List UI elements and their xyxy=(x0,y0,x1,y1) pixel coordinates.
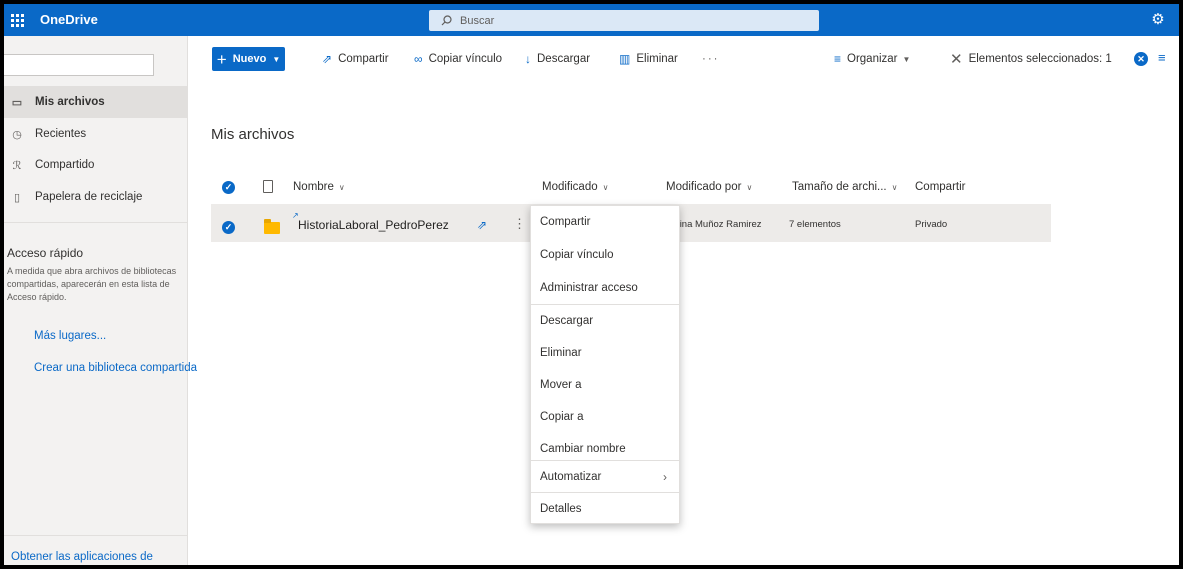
download-button[interactable]: ↓ Descargar xyxy=(525,47,590,71)
delete-button[interactable]: ▥ Eliminar xyxy=(619,47,678,71)
get-apps-link[interactable]: Obtener las aplicaciones de xyxy=(11,551,153,563)
select-all-checkbox[interactable]: ✓ xyxy=(222,181,235,194)
new-button[interactable]: + Nuevo ▼ xyxy=(212,47,285,71)
folder-icon: ▭ xyxy=(11,96,23,109)
share-button[interactable]: ⇗ Compartir xyxy=(322,47,389,71)
file-type-icon xyxy=(263,180,273,193)
left-navigation: ▭ Mis archivos ◷ Recientes ℛ Compartido … xyxy=(4,36,197,565)
nav-item-recycle-bin[interactable]: ▯ Papelera de reciclaje xyxy=(4,181,188,213)
search-placeholder: Buscar xyxy=(460,14,495,27)
nav-search-input[interactable] xyxy=(4,54,154,76)
app-title[interactable]: OneDrive xyxy=(40,4,98,36)
nav-item-label: Compartido xyxy=(35,159,95,171)
create-shared-library-link[interactable]: Crear una biblioteca compartida xyxy=(34,362,197,374)
share-label: Compartir xyxy=(338,53,389,65)
dismiss-circle-icon[interactable]: ✕ xyxy=(1134,52,1148,66)
sort-icon: ≡ xyxy=(834,52,842,66)
suite-bar: OneDrive Buscar ⚙ xyxy=(4,4,1179,36)
context-menu: Compartir Copiar vínculo Administrar acc… xyxy=(530,205,680,524)
column-header-label: Compartir xyxy=(915,181,966,193)
link-icon: ∞ xyxy=(414,52,423,66)
app-launcher-button[interactable] xyxy=(4,4,30,36)
chevron-down-icon: ∨ xyxy=(338,182,345,192)
new-button-label: Nuevo xyxy=(232,53,267,65)
page-title: Mis archivos xyxy=(211,126,295,143)
menu-item-download[interactable]: Descargar xyxy=(531,305,679,337)
waffle-icon xyxy=(10,13,24,27)
chevron-down-icon: ∨ xyxy=(891,182,898,192)
people-icon: ℛ xyxy=(12,159,22,172)
quick-access-description: A medida que abra archivos de biblioteca… xyxy=(7,266,177,302)
close-icon: ✕ xyxy=(950,51,963,68)
column-header-label: Modificado por xyxy=(666,181,742,193)
chevron-down-icon: ∨ xyxy=(746,182,753,192)
search-icon xyxy=(441,15,452,26)
quick-access-title: Acceso rápido xyxy=(7,246,84,260)
share-icon: ⇗ xyxy=(322,52,333,66)
chevron-right-icon: › xyxy=(663,470,667,484)
row-share-icon[interactable]: ⇗ xyxy=(477,218,487,232)
selected-count-label: Elementos seleccionados: 1 xyxy=(968,53,1112,65)
nav-item-shared[interactable]: ℛ Compartido xyxy=(4,149,188,181)
organize-label: Organizar xyxy=(847,53,898,65)
nav-item-label: Recientes xyxy=(35,128,87,140)
nav-item-label: Mis archivos xyxy=(35,96,105,108)
menu-item-copy-link[interactable]: Copiar vínculo xyxy=(531,239,679,271)
file-name[interactable]: HistoriaLaboral_PedroPerez xyxy=(298,218,449,232)
column-header-size[interactable]: Tamaño de archi... ∨ xyxy=(792,174,897,200)
clear-selection-button[interactable]: ✕ Elementos seleccionados: 1 xyxy=(950,47,1112,71)
nav-item-label: Papelera de reciclaje xyxy=(35,191,143,203)
column-header-label: Nombre xyxy=(293,181,334,193)
column-header-modified[interactable]: Modificado ∨ xyxy=(542,174,608,200)
onedrive-window: OneDrive Buscar ⚙ ▭ Mis archivos ◷ Recie… xyxy=(4,4,1179,565)
cell-sharing: Privado xyxy=(915,219,948,230)
more-places-link[interactable]: Más lugares... xyxy=(34,330,106,342)
column-header-label: Modificado xyxy=(542,181,598,193)
nav-divider xyxy=(4,222,188,223)
copy-link-label: Copiar vínculo xyxy=(428,53,503,65)
cell-size: 7 elementos xyxy=(789,219,841,230)
column-header-sharing[interactable]: Compartir xyxy=(915,174,965,200)
menu-item-details[interactable]: Detalles xyxy=(531,493,679,525)
menu-item-label: Automatizar xyxy=(540,471,602,483)
chevron-down-icon: ▼ xyxy=(902,54,911,64)
nav-item-my-files[interactable]: ▭ Mis archivos xyxy=(4,86,188,118)
menu-item-delete[interactable]: Eliminar xyxy=(531,337,679,369)
menu-item-share[interactable]: Compartir xyxy=(531,206,679,238)
search-box[interactable]: Buscar xyxy=(429,10,819,31)
organize-button[interactable]: ≡ Organizar ▼ xyxy=(834,47,910,71)
more-commands-button[interactable]: ··· xyxy=(702,47,720,71)
command-bar: + Nuevo ▼ ⇗ Compartir ∞ Copiar vínculo ↓… xyxy=(188,36,1179,80)
column-header-label: Tamaño de archi... xyxy=(792,181,887,193)
chevron-down-icon: ∨ xyxy=(602,182,609,192)
chevron-down-icon: ▼ xyxy=(272,54,281,64)
row-more-actions-icon[interactable]: ⋮ xyxy=(513,216,526,232)
row-checkbox[interactable]: ✓ xyxy=(222,221,235,234)
trash-icon: ▥ xyxy=(619,52,631,66)
nav-item-recent[interactable]: ◷ Recientes xyxy=(4,118,188,150)
nav-divider xyxy=(4,535,188,536)
recycle-bin-icon: ▯ xyxy=(13,191,21,204)
menu-item-automate[interactable]: Automatizar › xyxy=(531,461,679,493)
download-icon: ↓ xyxy=(525,52,531,66)
view-options-icon[interactable]: ≡ xyxy=(1158,50,1166,65)
settings-gear-icon[interactable]: ⚙ xyxy=(1149,11,1167,29)
copy-link-button[interactable]: ∞ Copiar vínculo xyxy=(414,47,502,71)
column-header-name[interactable]: Nombre ∨ xyxy=(293,174,345,200)
menu-item-manage-access[interactable]: Administrar acceso xyxy=(531,272,679,304)
plus-icon: + xyxy=(216,49,227,69)
delete-label: Eliminar xyxy=(636,53,678,65)
clock-icon: ◷ xyxy=(12,128,22,141)
column-header-modified-by[interactable]: Modificado por ∨ xyxy=(666,174,752,200)
download-label: Descargar xyxy=(537,53,591,65)
folder-icon xyxy=(264,219,280,234)
menu-item-copy-to[interactable]: Copiar a xyxy=(531,401,679,433)
menu-item-move-to[interactable]: Mover a xyxy=(531,369,679,401)
